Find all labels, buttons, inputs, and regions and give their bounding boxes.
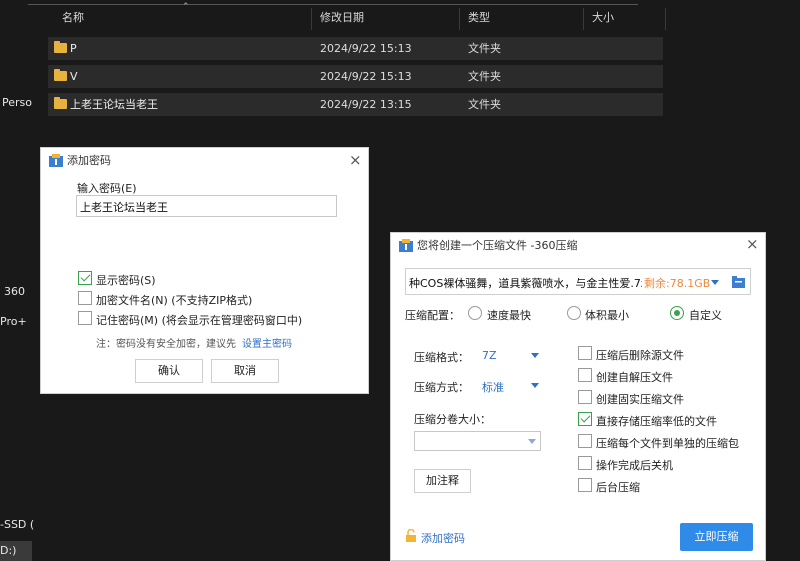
- set-master-password-link[interactable]: 设置主密码: [242, 335, 292, 350]
- option-delete-source-checkbox[interactable]: [578, 346, 592, 360]
- option-store-low-ratio-checkbox[interactable]: [578, 412, 592, 426]
- option-shutdown-checkbox[interactable]: [578, 456, 592, 470]
- archive-path-input[interactable]: 种COS裸体骚舞，道具紫薇喷水，与金主性爱.7z 剩余:78.1GB: [405, 268, 751, 295]
- option-sfx-label: 创建自解压文件: [596, 371, 673, 384]
- folder-icon: [54, 69, 67, 81]
- column-type[interactable]: 类型: [460, 8, 584, 30]
- option-separate-archives-label: 压缩每个文件到单独的压缩包: [596, 437, 739, 450]
- password-label: 输入密码(E): [77, 182, 137, 195]
- cancel-button[interactable]: 取消: [211, 359, 279, 383]
- dialog-title: 您将创建一个压缩文件 -360压缩: [417, 239, 578, 252]
- format-select[interactable]: 7Z: [480, 345, 542, 365]
- column-name[interactable]: 名称: [54, 8, 312, 30]
- sidebar-item-360[interactable]: 360: [4, 285, 25, 298]
- file-name: V: [70, 70, 78, 83]
- split-size-select[interactable]: [414, 431, 541, 451]
- file-row[interactable]: P 2024/9/22 15:13 文件夹: [48, 37, 663, 60]
- close-icon[interactable]: ×: [746, 237, 759, 252]
- option-sfx-checkbox[interactable]: [578, 368, 592, 382]
- radio-fastest[interactable]: [468, 306, 482, 320]
- sidebar-item-personal[interactable]: Perso: [2, 96, 32, 109]
- option-separate-archives-checkbox[interactable]: [578, 434, 592, 448]
- encrypt-names-label: 加密文件名(N) (不支持ZIP格式): [96, 294, 253, 307]
- start-compress-button[interactable]: 立即压缩: [680, 523, 753, 551]
- chevron-down-icon[interactable]: [711, 280, 719, 285]
- radio-custom[interactable]: [670, 306, 684, 320]
- sidebar-selected[interactable]: D:): [0, 541, 32, 561]
- password-value: 上老王论坛当老王: [80, 201, 168, 214]
- top-divider: [28, 4, 638, 5]
- file-row[interactable]: V 2024/9/22 15:13 文件夹: [48, 65, 663, 88]
- radio-custom-label: 自定义: [689, 309, 722, 322]
- chevron-down-icon: [531, 383, 539, 388]
- option-background-label: 后台压缩: [596, 481, 640, 494]
- config-label: 压缩配置：: [405, 309, 460, 322]
- password-input[interactable]: 上老王论坛当老王: [76, 195, 337, 217]
- file-row[interactable]: 上老王论坛当老王 2024/9/22 13:15 文件夹: [48, 93, 663, 116]
- folder-icon: [54, 97, 67, 109]
- security-note: 注：密码没有安全加密，建议先: [96, 339, 236, 350]
- method-value: 标准: [482, 381, 504, 394]
- dialog-title: 添加密码: [67, 154, 111, 167]
- option-store-low-ratio-label: 直接存储压缩率低的文件: [596, 415, 717, 428]
- option-background-checkbox[interactable]: [578, 478, 592, 492]
- dialog-titlebar[interactable]: 您将创建一个压缩文件 -360压缩 ×: [391, 233, 765, 260]
- format-label: 压缩格式：: [414, 351, 469, 364]
- file-date: 2024/9/22 15:13: [320, 42, 412, 55]
- show-password-checkbox[interactable]: [78, 271, 92, 285]
- remember-password-checkbox[interactable]: [78, 311, 92, 325]
- archive-path: 种COS裸体骚舞，道具紫薇喷水，与金主性爱.7z: [409, 277, 647, 290]
- file-type: 文件夹: [468, 70, 501, 83]
- column-date[interactable]: 修改日期: [312, 8, 460, 30]
- close-icon[interactable]: ×: [349, 153, 362, 168]
- remember-password-label: 记住密码(M) (将会显示在管理密码窗口中): [96, 314, 303, 327]
- add-comment-button[interactable]: 加注释: [414, 469, 471, 493]
- chevron-down-icon: [531, 353, 539, 358]
- file-name: 上老王论坛当老王: [70, 98, 158, 111]
- app-logo-icon: [49, 154, 63, 167]
- radio-smallest-label: 体积最小: [585, 309, 629, 322]
- sidebar-item-ssd[interactable]: -SSD (: [0, 518, 34, 531]
- file-date: 2024/9/22 15:13: [320, 70, 412, 83]
- method-label: 压缩方式：: [414, 381, 469, 394]
- folder-icon: [54, 41, 67, 53]
- file-type: 文件夹: [468, 98, 501, 111]
- folder-browse-icon[interactable]: [732, 276, 745, 288]
- option-solid-checkbox[interactable]: [578, 390, 592, 404]
- chevron-down-icon: [528, 439, 536, 444]
- app-logo-icon: [399, 239, 413, 252]
- option-shutdown-label: 操作完成后关机: [596, 459, 673, 472]
- file-type: 文件夹: [468, 42, 501, 55]
- radio-smallest[interactable]: [567, 306, 581, 320]
- format-value: 7Z: [482, 349, 497, 362]
- free-space: 剩余:78.1GB: [642, 275, 711, 291]
- add-password-dialog: 添加密码 × 输入密码(E) 上老王论坛当老王 显示密码(S) 加密文件名(N)…: [40, 147, 369, 394]
- lock-icon: [406, 529, 416, 542]
- add-password-label: 添加密码: [421, 532, 465, 545]
- option-delete-source-label: 压缩后删除源文件: [596, 349, 684, 362]
- compress-dialog: 您将创建一个压缩文件 -360压缩 × 种COS裸体骚舞，道具紫薇喷水，与金主性…: [390, 232, 766, 561]
- ok-button[interactable]: 确认: [135, 359, 203, 383]
- encrypt-names-checkbox[interactable]: [78, 291, 92, 305]
- file-name: P: [70, 42, 77, 55]
- radio-fastest-label: 速度最快: [487, 309, 531, 322]
- file-date: 2024/9/22 13:15: [320, 98, 412, 111]
- method-select[interactable]: 标准: [480, 375, 542, 395]
- option-solid-label: 创建固实压缩文件: [596, 393, 684, 406]
- split-size-label: 压缩分卷大小：: [414, 413, 491, 426]
- column-size[interactable]: 大小: [584, 8, 666, 30]
- dialog-titlebar[interactable]: 添加密码 ×: [41, 148, 368, 175]
- sidebar-item-pro[interactable]: Pro+: [0, 315, 27, 328]
- show-password-label: 显示密码(S): [96, 274, 156, 287]
- sidebar-item-d-drive: D:): [0, 544, 17, 557]
